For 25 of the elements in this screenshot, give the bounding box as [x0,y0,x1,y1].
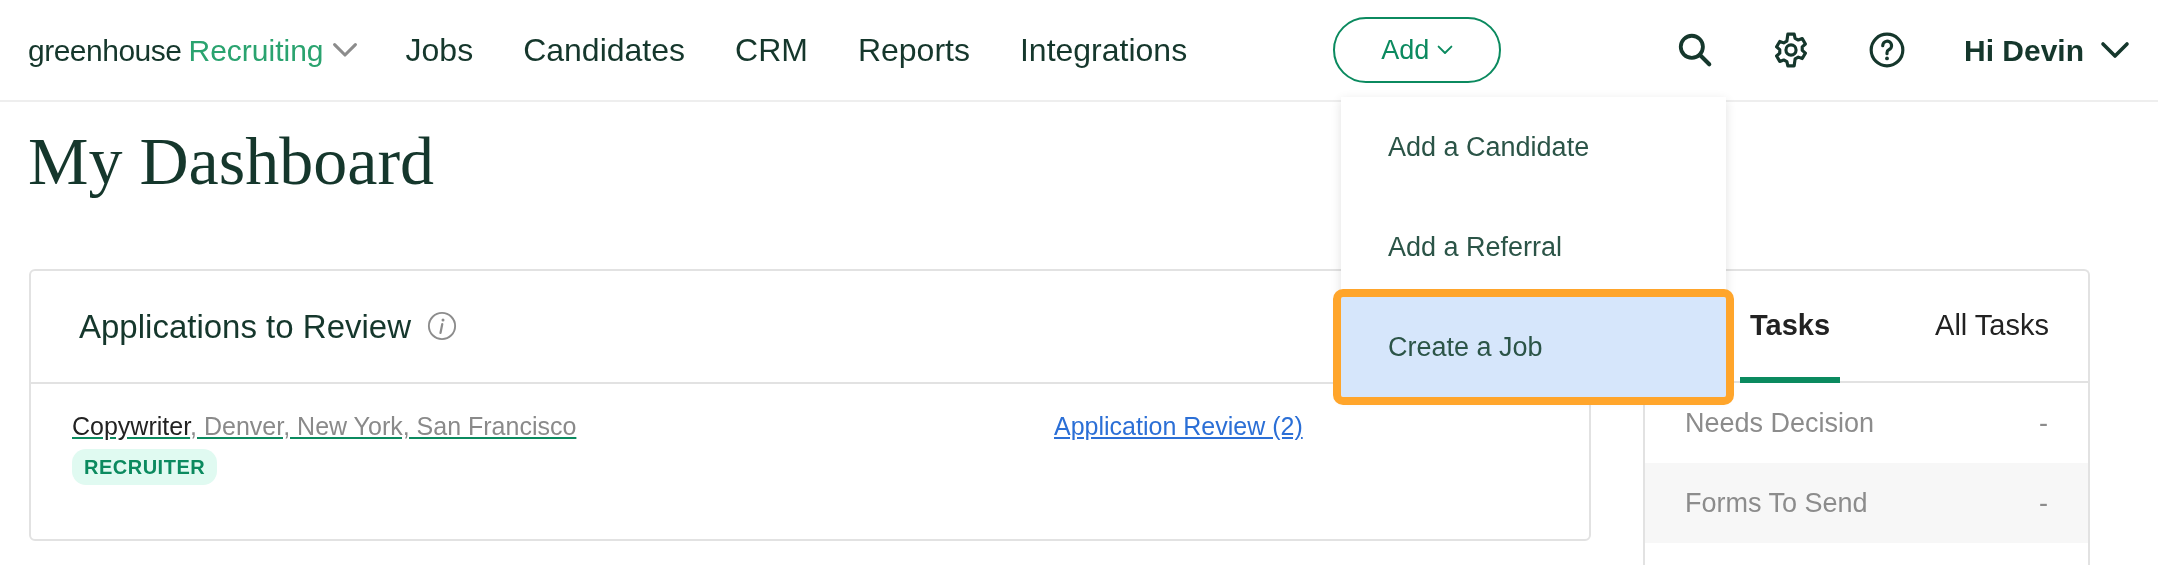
card-title: Applications to Review [79,306,411,347]
help-icon[interactable] [1867,31,1906,69]
nav-link[interactable]: CRM [735,26,808,74]
role-tag: RECRUITER [72,449,218,486]
job-link[interactable]: Copywriter, Denver, New York, San Francisco [72,407,577,446]
review-link[interactable]: Application Review (2) [1054,407,1303,486]
user-menu[interactable]: Hi Devin [1963,27,2084,73]
chevron-down-icon [331,42,358,58]
chevron-down-icon [2100,41,2130,59]
info-icon[interactable] [427,311,457,342]
tab[interactable]: All Tasks [1925,270,2059,381]
page-title: My Dashboard [28,124,435,199]
nav-link[interactable]: Integrations [1019,26,1188,74]
tab[interactable]: Tasks [1740,270,1841,381]
nav-link[interactable]: Jobs [405,26,474,74]
chevron-down-icon [1437,45,1454,55]
nav-link[interactable]: Candidates [523,26,685,74]
task-count: - [2039,486,2048,520]
task-label: Forms To Send [1685,486,1868,520]
task-count: - [2039,406,2048,440]
nav-link[interactable]: Reports [857,26,970,74]
add-button[interactable]: Add [1333,17,1502,83]
task-label: Needs Decision [1685,406,1875,440]
menu-item[interactable]: Add a Candidate [1341,97,1726,197]
brand-name[interactable]: greenhouse [28,27,182,73]
